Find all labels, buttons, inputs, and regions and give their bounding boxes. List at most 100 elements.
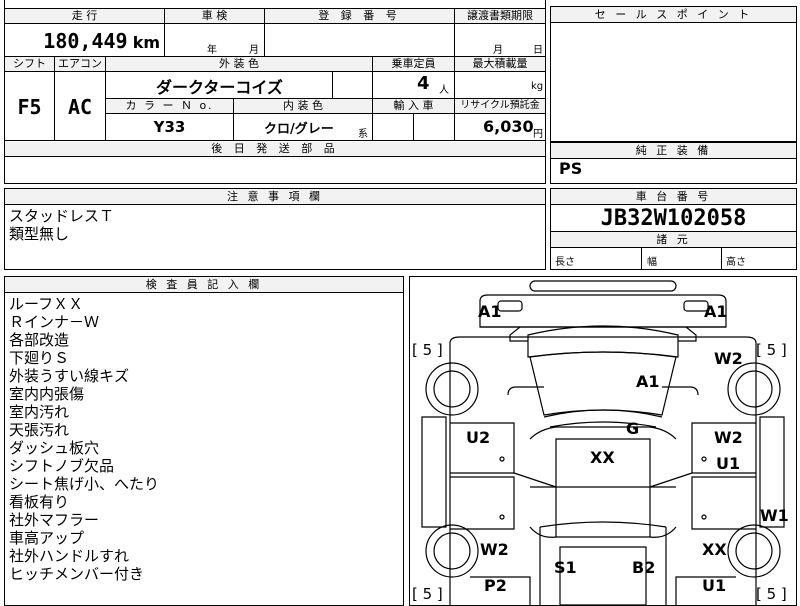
inspection-year: 年 <box>207 45 217 56</box>
inspector-line: 室内内張傷 <box>9 385 85 403</box>
notes-label: 注 意 事 項 欄 <box>5 189 545 205</box>
inspector-line: ルーフＸＸ <box>9 295 84 313</box>
inspector-list: ルーフＸＸ Ｒインナ－Ｗ 各部改造 下廻りＳ 外装うすい線キズ 室内内張傷 室内… <box>9 295 159 583</box>
mark-xx-bottom-right: XX <box>702 540 727 559</box>
inspection-cell: 車 検 年 月 <box>165 9 265 57</box>
inspector-line: 社外ハンドルすれ <box>9 547 130 565</box>
inspector-line: 室内汚れ <box>9 403 70 421</box>
dimensions-label: 諸 元 <box>551 231 796 248</box>
car-diagram: A1 A1 W2 A1 U2 G W2 XX U1 W1 W2 XX S1 B2… <box>412 280 789 605</box>
shift-cell: シフト F5 <box>5 57 55 141</box>
sales-point-label: セ ー ル ス ポ イ ン ト <box>551 7 796 23</box>
mark-w2-bottom-left: W2 <box>480 540 509 559</box>
top-row-2: シフト F5 エアコン AC 外 装 色 ダークターコイズ 乗車定員 4 人 最… <box>5 57 545 141</box>
recycle-label: リサイクル預託金 <box>455 99 545 114</box>
genuine-equipment-value: PS <box>559 159 583 178</box>
sales-point-box: セ ー ル ス ポ イ ン ト <box>550 6 797 142</box>
color-no-value: Y33 <box>153 118 186 136</box>
inspector-line: Ｒインナ－Ｗ <box>9 313 100 331</box>
exterior-color-cell: 外 装 色 ダークターコイズ <box>106 57 373 99</box>
inspection-month: 月 <box>249 45 259 56</box>
registration-cell: 登 録 番 号 <box>265 9 455 57</box>
chassis-label: 車 台 番 号 <box>551 189 796 205</box>
shift-value: F5 <box>17 95 42 119</box>
mileage-cell: 走 行 180,449 km <box>5 9 165 57</box>
chassis-value: JB32W102058 <box>600 206 747 231</box>
notes-line: スタッドレスＴ <box>9 207 115 225</box>
inspector-box: 検 査 員 記 入 欄 ルーフＸＸ Ｒインナ－Ｗ 各部改造 下廻りＳ 外装うすい… <box>4 276 404 606</box>
mark-hood: A1 <box>636 372 660 391</box>
exterior-color-label: 外 装 色 <box>106 57 372 72</box>
mark-front-right: A1 <box>704 302 728 321</box>
car-diagram-box: A1 A1 W2 A1 U2 G W2 XX U1 W1 W2 XX S1 B2… <box>409 276 797 606</box>
capacity-value: 4 <box>417 73 430 94</box>
genuine-equipment-label: 純 正 装 備 <box>551 142 796 159</box>
bracket-bottom-left: [ 5 ] <box>412 585 443 603</box>
recycle-unit: 円 <box>533 129 543 140</box>
transfer-doc-label: 譲渡書類期限 <box>455 9 545 24</box>
inspector-label: 検 査 員 記 入 欄 <box>5 277 403 293</box>
inspector-line: 各部改造 <box>9 331 70 349</box>
import-cell: 輸 入 車 <box>373 99 455 141</box>
mark-front-left: A1 <box>478 302 502 321</box>
capacity-cell: 乗車定員 4 人 <box>373 57 455 99</box>
mark-u1-right: U1 <box>716 454 740 473</box>
bracket-top-right: [ 5 ] <box>756 341 787 359</box>
transfer-day: 日 <box>533 45 543 56</box>
ac-label: エアコン <box>55 57 105 72</box>
inspector-line: ダッシュ板穴 <box>9 439 100 457</box>
transfer-month: 月 <box>493 45 503 56</box>
color-no-cell: カ ラ ー Ｎ o. Y33 <box>106 99 234 141</box>
mark-u1-bottom-right: U1 <box>702 576 726 595</box>
exterior-color-value: ダークターコイズ <box>156 78 283 97</box>
interior-color-value: クロ/グレー <box>264 122 334 137</box>
import-label: 輸 入 車 <box>373 99 454 114</box>
inspector-line: 天張汚れ <box>9 421 70 439</box>
mark-u2-left: U2 <box>466 428 490 447</box>
ac-cell: エアコン AC <box>55 57 106 141</box>
later-parts-area <box>4 157 546 184</box>
top-info-box: 走 行 180,449 km 車 検 年 月 登 録 番 号 譲渡書類期限 月 … <box>4 0 546 157</box>
inspector-line: 看板有り <box>9 493 70 511</box>
inspector-line: 下廻りＳ <box>9 349 70 367</box>
top-row-1: 走 行 180,449 km 車 検 年 月 登 録 番 号 譲渡書類期限 月 … <box>5 0 545 57</box>
length-label: 長さ <box>555 257 575 268</box>
mileage-value: 180,449 <box>43 29 128 53</box>
chassis-box: 車 台 番 号 JB32W102058 諸 元 長さ 幅 高さ <box>550 188 797 270</box>
inspector-line: 外装うすい線キズ <box>9 367 130 385</box>
recycle-value: 6,030 <box>483 117 534 136</box>
interior-color-cell: 内 装 色 クロ/グレー 系 <box>234 99 373 141</box>
max-load-unit: kg <box>531 81 544 92</box>
notes-line: 類型無し <box>9 225 70 243</box>
height-label: 高さ <box>726 257 746 268</box>
mark-w1-right: W1 <box>760 506 789 525</box>
interior-color-label: 内 装 色 <box>234 99 372 114</box>
mark-s1: S1 <box>554 558 577 577</box>
inspector-line: 社外マフラー <box>9 511 100 529</box>
mark-b2: B2 <box>632 558 655 577</box>
inspector-line: シート焦げ小、へたり <box>9 475 160 493</box>
mark-g-center: G <box>626 419 639 438</box>
capacity-label: 乗車定員 <box>373 57 454 72</box>
mark-w2-right: W2 <box>714 428 743 447</box>
capacity-unit: 人 <box>439 85 449 96</box>
mileage-label: 走 行 <box>5 9 164 24</box>
transfer-doc-cell: 譲渡書類期限 月 日 <box>455 9 545 57</box>
mark-w2-top-right: W2 <box>714 349 743 368</box>
inspector-line: ヒッチメンバー付き <box>9 565 145 583</box>
bracket-top-left: [ 5 ] <box>412 341 443 359</box>
mark-xx-center: XX <box>590 448 615 467</box>
registration-label: 登 録 番 号 <box>265 9 454 24</box>
inspector-line: 車高アップ <box>9 529 85 547</box>
interior-color-suffix: 系 <box>358 129 368 140</box>
inspection-label: 車 検 <box>165 9 264 24</box>
shift-label: シフト <box>5 57 54 72</box>
mark-p2: P2 <box>484 576 507 595</box>
inspector-line: シフトノブ欠品 <box>9 457 115 475</box>
genuine-equipment-box: 純 正 装 備 PS <box>550 142 797 184</box>
ac-value: AC <box>67 95 93 119</box>
color-no-label: カ ラ ー Ｎ o. <box>106 99 233 114</box>
max-load-label: 最大積載量 <box>455 57 545 72</box>
width-label: 幅 <box>647 257 657 268</box>
later-parts-label: 後 日 発 送 部 品 <box>5 142 545 156</box>
